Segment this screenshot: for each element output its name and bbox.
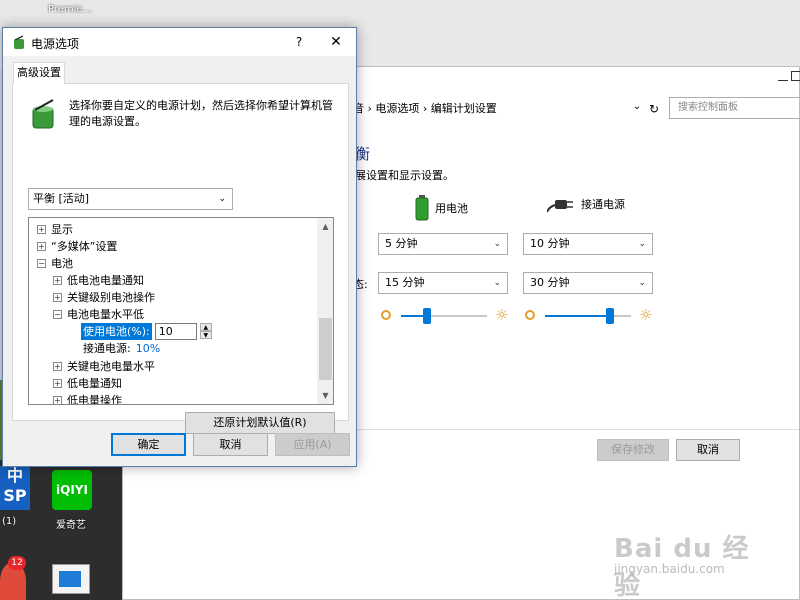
dialog-description: 选择你要自定义的电源计划，然后选择你希望计算机管理的电源设置。 xyxy=(69,99,333,128)
plugged-in-column: 接通电源 xyxy=(547,195,625,213)
save-changes-button[interactable]: 保存修改 xyxy=(597,439,669,461)
watermark-url: jingyan.baidu.com xyxy=(614,562,725,576)
file-preview-icon xyxy=(59,571,81,587)
stepper-down-icon[interactable]: ▼ xyxy=(199,331,212,339)
cancel-button[interactable]: 取消 xyxy=(676,439,740,461)
brightness-low-icon xyxy=(525,310,535,320)
expand-icon[interactable]: + xyxy=(53,379,62,388)
minimize-icon[interactable] xyxy=(778,71,788,81)
brightness-low-icon xyxy=(381,310,391,320)
tree-item-multimedia[interactable]: + “多媒体”设置 xyxy=(37,238,117,255)
footer-divider xyxy=(353,429,799,430)
brightness-plugged-slider[interactable] xyxy=(545,308,631,324)
chevron-down-icon: ⌄ xyxy=(638,278,646,288)
scroll-up-icon[interactable]: ▲ xyxy=(317,218,333,235)
tree-item-plugged-in-setting[interactable]: 接通电源: 10% xyxy=(83,340,160,357)
display-off-battery-select[interactable]: 5 分钟 ⌄ xyxy=(378,233,508,255)
cancel-button[interactable]: 取消 xyxy=(193,433,268,456)
tree-item-display[interactable]: + 显示 xyxy=(37,221,73,238)
iqiyi-app-icon[interactable]: iQIYI xyxy=(52,470,92,510)
plan-heading: 衡 xyxy=(355,145,371,163)
desktop-icon-label-left[interactable]: (1) xyxy=(2,516,16,527)
chevron-down-icon[interactable]: ⌄ xyxy=(631,101,643,117)
expand-icon[interactable]: + xyxy=(37,242,46,251)
scroll-down-icon[interactable]: ▼ xyxy=(317,387,333,404)
display-off-plugged-select[interactable]: 10 分钟 ⌄ xyxy=(523,233,653,255)
expand-icon[interactable]: + xyxy=(53,362,62,371)
sleep-plugged-select[interactable]: 30 分钟 ⌄ xyxy=(523,272,653,294)
on-battery-percent-input[interactable]: 10 xyxy=(154,323,197,340)
scrollbar-thumb[interactable] xyxy=(319,318,332,380)
on-battery-column: 用电池 xyxy=(415,195,468,221)
baidu-watermark-logo: Bai du 经验 jingyan.baidu.com xyxy=(614,528,764,600)
chevron-down-icon: ⌄ xyxy=(218,194,226,204)
plugged-in-value-link[interactable]: 10% xyxy=(136,340,160,357)
desktop-icon-label-premiere[interactable]: Premie... xyxy=(48,4,92,15)
battery-icon xyxy=(415,195,429,221)
tree-scrollbar[interactable]: ▲ ▼ xyxy=(317,218,333,404)
power-options-icon xyxy=(14,35,24,49)
on-battery-label: 用电池 xyxy=(435,202,468,215)
expand-icon[interactable]: + xyxy=(53,293,62,302)
collapse-icon[interactable]: − xyxy=(37,259,46,268)
power-options-dialog: 电源选项 ? ✕ 高级设置 选择你要自定义的电源计划，然后选择你希望计算机管理的… xyxy=(2,27,357,467)
tree-item-low-battery-level[interactable]: − 电池电量水平低 xyxy=(53,306,144,323)
chevron-down-icon: ⌄ xyxy=(638,239,646,249)
dialog-titlebar: 电源选项 ? ✕ xyxy=(3,28,356,56)
tree-item-low-power-action[interactable]: + 低电量操作 xyxy=(53,392,122,404)
restore-defaults-button[interactable]: 还原计划默认值(R) xyxy=(185,412,335,434)
chevron-down-icon: ⌄ xyxy=(493,239,501,249)
notification-badge: 12 xyxy=(8,556,26,570)
apply-button[interactable]: 应用(A) xyxy=(275,433,350,456)
collapse-icon[interactable]: − xyxy=(53,310,62,319)
expand-icon[interactable]: + xyxy=(37,225,46,234)
stepper-up-icon[interactable]: ▲ xyxy=(199,323,212,331)
power-plan-select[interactable]: 平衡 [活动] ⌄ xyxy=(28,188,233,210)
chevron-down-icon: ⌄ xyxy=(493,278,501,288)
desktop-app-icon-left[interactable]: 中 SP xyxy=(0,466,30,510)
tree-item-low-power-notification[interactable]: + 低电量通知 xyxy=(53,375,122,392)
tree-item-low-battery-notification[interactable]: + 低电池电量通知 xyxy=(53,272,144,289)
expand-icon[interactable]: + xyxy=(53,276,62,285)
refresh-icon[interactable]: ↻ xyxy=(646,99,662,119)
tree-item-critical-battery-level[interactable]: + 关键电池电量水平 xyxy=(53,358,155,375)
close-icon[interactable]: ✕ xyxy=(323,32,349,52)
sleep-battery-select[interactable]: 15 分钟 ⌄ xyxy=(378,272,508,294)
advanced-settings-panel: 选择你要自定义的电源计划，然后选择你希望计算机管理的电源设置。 平衡 [活动] ⌄… xyxy=(12,83,349,434)
slider-thumb[interactable] xyxy=(605,308,614,324)
address-breadcrumb[interactable]: 音 › 电源选项 › 编辑计划设置 xyxy=(353,99,653,119)
maximize-icon[interactable] xyxy=(791,71,800,81)
tree-item-on-battery-setting[interactable]: 使用电池(%): 10 ▲ ▼ xyxy=(81,323,212,340)
tree-item-battery[interactable]: − 电池 xyxy=(37,255,73,272)
help-icon[interactable]: ? xyxy=(289,32,309,52)
desktop-icon-label-iqiyi[interactable]: 爱奇艺 xyxy=(56,516,86,531)
power-plug-icon xyxy=(547,200,573,213)
settings-tree: + 显示 + “多媒体”设置 − 电池 + 低电池电量通知 + 关键级别电池操作 − 电池电… xyxy=(28,217,334,405)
brightness-high-icon: ☼ xyxy=(495,306,509,324)
tree-item-critical-battery-action[interactable]: + 关键级别电池操作 xyxy=(53,289,155,306)
tab-advanced-settings[interactable]: 高级设置 xyxy=(13,62,65,84)
on-battery-setting-label: 使用电池(%): xyxy=(81,323,152,340)
desktop-file-icon[interactable] xyxy=(52,564,90,594)
search-input[interactable]: 搜索控制面板 xyxy=(669,97,800,119)
dialog-title: 电源选项 xyxy=(31,37,80,51)
ok-button[interactable]: 确定 xyxy=(111,433,186,456)
slider-fill xyxy=(545,315,610,317)
power-options-icon xyxy=(32,99,54,129)
expand-icon[interactable]: + xyxy=(53,396,62,404)
slider-thumb[interactable] xyxy=(422,308,431,324)
percent-stepper[interactable]: ▲ ▼ xyxy=(199,323,212,340)
brightness-high-icon: ☼ xyxy=(639,306,653,324)
plugged-in-label: 接通电源 xyxy=(581,198,625,211)
brightness-battery-slider[interactable] xyxy=(401,308,487,324)
plan-subtitle: 展设置和显示设置。 xyxy=(355,169,454,182)
